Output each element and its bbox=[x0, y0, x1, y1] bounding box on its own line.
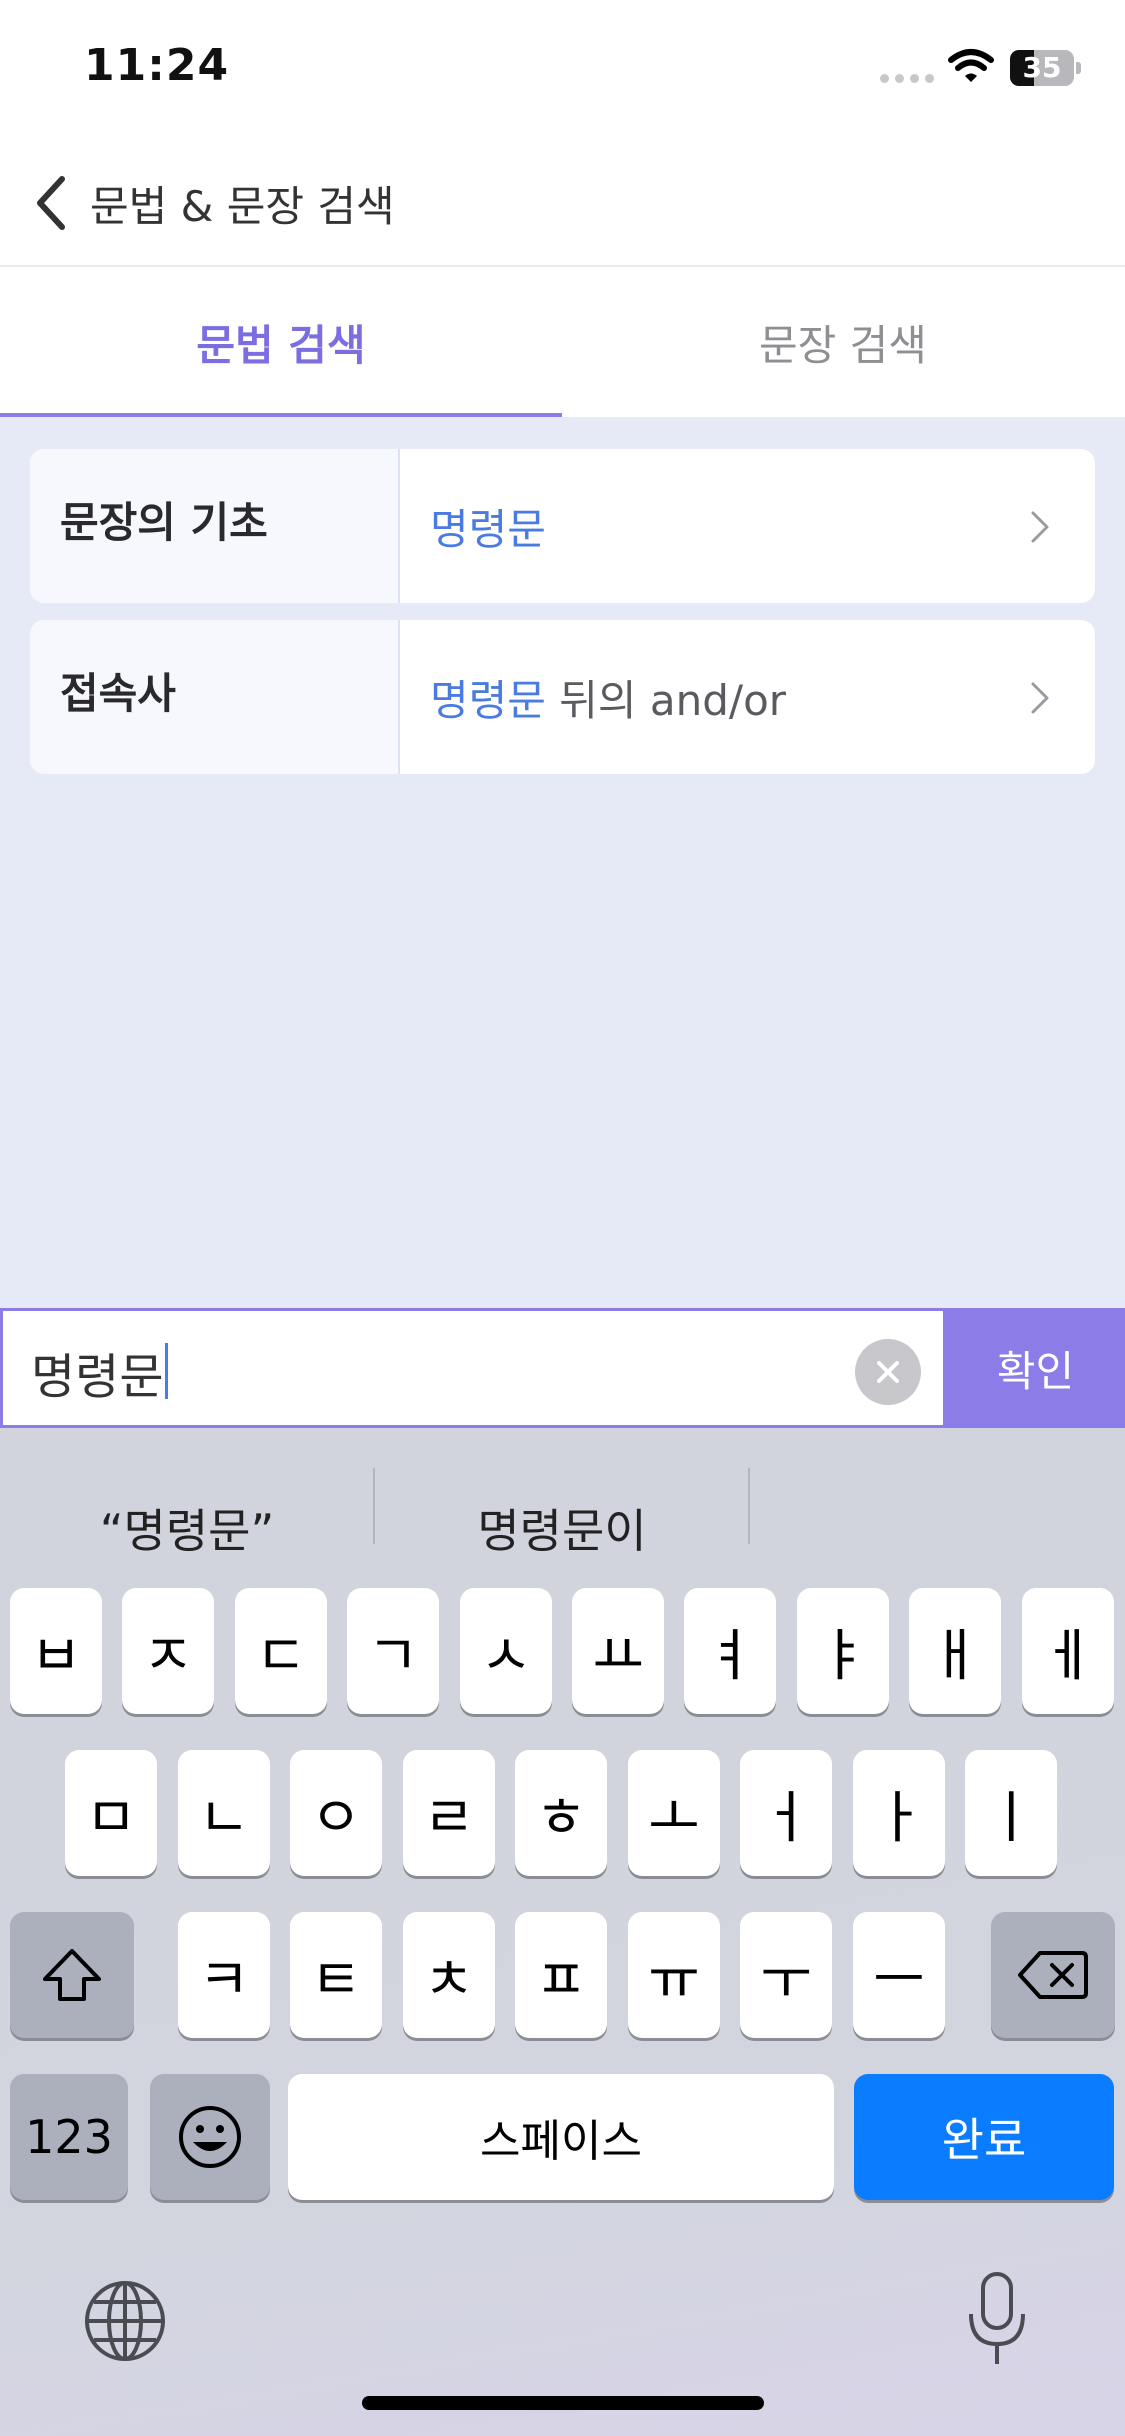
key[interactable]: ㅌ bbox=[290, 1912, 382, 2038]
keyboard: “명령문” 명령문이 ㅂ ㅈ ㄷ ㄱ ㅅ ㅛ ㅕ ㅑ ㅐ ㅔ ㅁ ㄴ ㅇ ㄹ ㅎ… bbox=[0, 1428, 1125, 2436]
globe-icon[interactable] bbox=[82, 2278, 168, 2364]
result-item[interactable]: 문장의 기초 명령문 bbox=[30, 449, 1095, 603]
suggestion-item[interactable]: 명령문이 bbox=[375, 1468, 749, 1588]
key[interactable]: ㅐ bbox=[909, 1588, 1001, 1714]
key[interactable]: ㅣ bbox=[965, 1750, 1057, 1876]
key[interactable]: ㅏ bbox=[853, 1750, 945, 1876]
nav-bar: 문법 & 문장 검색 bbox=[0, 140, 1125, 267]
key[interactable]: ㄱ bbox=[347, 1588, 439, 1714]
text-caret bbox=[165, 1343, 168, 1399]
result-text: 명령문 bbox=[400, 449, 1095, 603]
numbers-key[interactable]: 123 bbox=[10, 2074, 128, 2200]
key[interactable]: ㅅ bbox=[460, 1588, 552, 1714]
key[interactable]: ㅇ bbox=[290, 1750, 382, 1876]
status-bar: 11:24 35 bbox=[0, 0, 1125, 140]
key[interactable]: ㅁ bbox=[65, 1750, 157, 1876]
home-indicator bbox=[362, 2396, 764, 2410]
key[interactable]: ㅓ bbox=[740, 1750, 832, 1876]
key[interactable]: ㅈ bbox=[122, 1588, 214, 1714]
tab-sentence-search[interactable]: 문장 검색 bbox=[562, 267, 1124, 417]
key[interactable]: ㅕ bbox=[684, 1588, 776, 1714]
result-highlight: 명령문 bbox=[430, 504, 546, 554]
key[interactable]: ㅗ bbox=[628, 1750, 720, 1876]
tab-grammar-search[interactable]: 문법 검색 bbox=[0, 267, 562, 417]
key[interactable]: ㅔ bbox=[1022, 1588, 1114, 1714]
tab-label: 문법 검색 bbox=[196, 320, 366, 370]
search-input-value: 명령문 bbox=[31, 1349, 164, 1405]
microphone-icon[interactable] bbox=[966, 2270, 1028, 2368]
key[interactable]: ㅠ bbox=[628, 1912, 720, 2038]
shift-icon bbox=[43, 1949, 101, 2001]
key[interactable]: ㅋ bbox=[178, 1912, 270, 2038]
search-bar: 명령문 확인 bbox=[0, 1308, 1125, 1428]
result-category: 문장의 기초 bbox=[30, 449, 400, 603]
key[interactable]: ㅂ bbox=[10, 1588, 102, 1714]
key[interactable]: ㄷ bbox=[235, 1588, 327, 1714]
cellular-signal-icon bbox=[880, 74, 936, 84]
delete-key[interactable] bbox=[991, 1912, 1115, 2038]
wifi-icon bbox=[948, 49, 994, 82]
emoji-icon bbox=[179, 2106, 241, 2168]
key[interactable]: ㅛ bbox=[572, 1588, 664, 1714]
result-item[interactable]: 접속사 명령문 뒤의 and/or bbox=[30, 620, 1095, 774]
battery-level: 35 bbox=[1022, 51, 1062, 84]
confirm-button[interactable]: 확인 bbox=[946, 1308, 1125, 1428]
backspace-icon bbox=[1018, 1951, 1088, 1999]
battery-icon: 35 bbox=[1010, 50, 1082, 86]
key[interactable]: ㅍ bbox=[515, 1912, 607, 2038]
tab-bar: 문법 검색 문장 검색 bbox=[0, 267, 1125, 417]
key[interactable]: ㅡ bbox=[853, 1912, 945, 2038]
key[interactable]: ㅊ bbox=[403, 1912, 495, 2038]
key[interactable]: ㄹ bbox=[403, 1750, 495, 1876]
suggestion-item[interactable] bbox=[750, 1468, 1124, 1588]
back-button[interactable]: 문법 & 문장 검색 bbox=[30, 170, 410, 236]
chevron-left-icon bbox=[37, 176, 65, 230]
result-text: 명령문 뒤의 and/or bbox=[400, 620, 1095, 774]
active-tab-indicator bbox=[0, 413, 562, 417]
key[interactable]: ㅑ bbox=[797, 1588, 889, 1714]
page-title: 문법 & 문장 검색 bbox=[90, 181, 395, 231]
suggestion-item[interactable]: “명령문” bbox=[0, 1468, 374, 1588]
result-rest: 뒤의 and/or bbox=[545, 675, 787, 725]
key[interactable]: ㅎ bbox=[515, 1750, 607, 1876]
chevron-right-icon bbox=[1031, 682, 1049, 714]
close-icon bbox=[877, 1361, 899, 1383]
done-key[interactable]: 완료 bbox=[854, 2074, 1114, 2200]
key[interactable]: ㅜ bbox=[740, 1912, 832, 2038]
shift-key[interactable] bbox=[10, 1912, 134, 2038]
search-input[interactable]: 명령문 bbox=[0, 1308, 946, 1428]
result-highlight: 명령문 bbox=[430, 675, 546, 725]
emoji-key[interactable] bbox=[150, 2074, 270, 2200]
status-time: 11:24 bbox=[84, 40, 230, 91]
key[interactable]: ㄴ bbox=[178, 1750, 270, 1876]
result-category: 접속사 bbox=[30, 620, 400, 774]
clear-search-button[interactable] bbox=[855, 1339, 921, 1405]
tab-label: 문장 검색 bbox=[759, 320, 927, 370]
chevron-right-icon bbox=[1031, 511, 1049, 543]
space-key[interactable]: 스페이스 bbox=[288, 2074, 834, 2200]
